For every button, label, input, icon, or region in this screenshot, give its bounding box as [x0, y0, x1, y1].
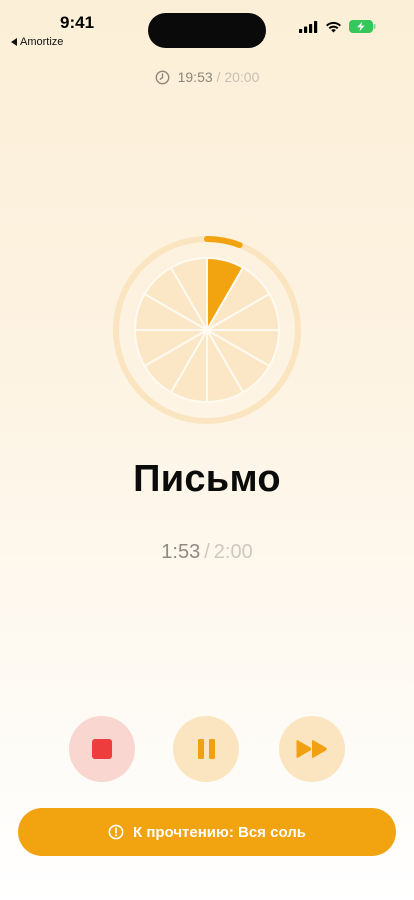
back-to-app-link[interactable]: Amortize: [11, 36, 63, 48]
reading-assignment-button[interactable]: К прочтению: Вся соль: [18, 808, 396, 856]
total-timer: 19:53 / 20:00: [0, 69, 414, 85]
info-circle-icon: [108, 824, 124, 840]
fast-forward-icon: [296, 740, 327, 758]
section-timer: 1:53 / 2:00: [0, 541, 414, 564]
status-time: 9:41: [60, 13, 95, 32]
stop-button[interactable]: [69, 716, 135, 782]
total-separator: /: [216, 69, 221, 85]
back-app-label: Amortize: [20, 36, 64, 48]
section-elapsed: 1:53: [161, 541, 201, 563]
dial-progress-arc: [204, 236, 243, 249]
dynamic-island: [148, 13, 266, 48]
total-elapsed: 19:53: [177, 69, 213, 85]
section-separator: /: [204, 541, 210, 563]
cellular-signal-icon: [299, 20, 318, 33]
clock-icon: [155, 70, 170, 84]
status-icons: [299, 20, 376, 33]
pause-icon: [197, 739, 215, 759]
pause-button[interactable]: [173, 716, 239, 782]
status-bar: 9:41 Amortize: [0, 0, 414, 54]
skip-button[interactable]: [279, 716, 345, 782]
total-limit: 20:00: [224, 69, 260, 85]
section-progress-dial: [113, 236, 301, 424]
playback-controls: [0, 716, 414, 782]
reading-assignment-label: К прочтению: Вся соль: [133, 823, 306, 841]
stop-icon: [92, 739, 112, 759]
battery-charging-icon: [349, 20, 376, 33]
section-title: Письмо: [133, 458, 281, 500]
section-limit: 2:00: [213, 541, 253, 563]
wifi-icon: [326, 21, 341, 32]
back-triangle-icon: [11, 38, 17, 46]
